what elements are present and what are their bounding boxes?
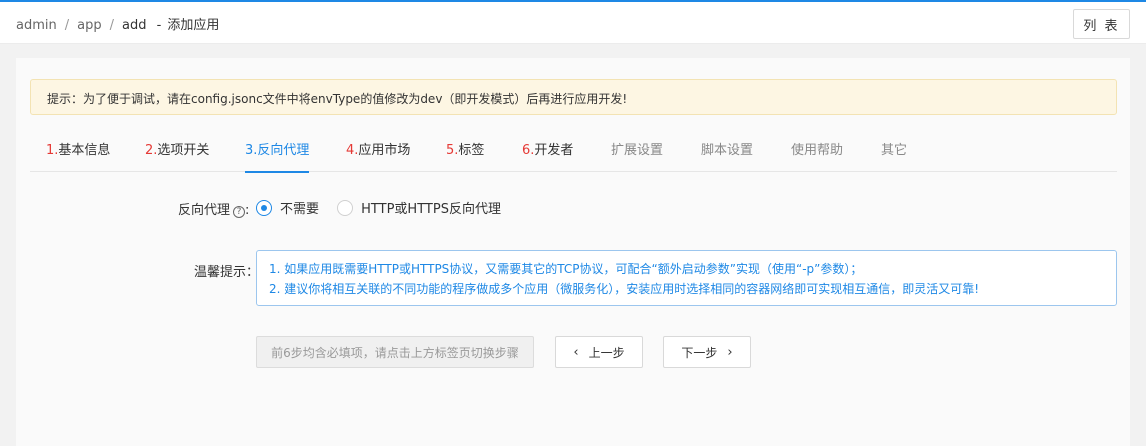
breadcrumb-app[interactable]: app [77, 18, 101, 33]
next-step-label: 下一步 [681, 345, 718, 360]
tab-label: 反向代理 [257, 143, 310, 158]
list-button[interactable]: 列 表 [1073, 9, 1130, 39]
tab-basic-info[interactable]: 1.基本信息 [46, 130, 110, 172]
tab-number: 4. [346, 143, 359, 158]
tab-label: 标签 [458, 143, 485, 158]
page-title: 添加应用 [167, 18, 220, 33]
reverse-proxy-label-text: 反向代理 [178, 203, 231, 218]
tab-tags[interactable]: 5.标签 [446, 130, 484, 172]
chevron-left-icon: ‹ [573, 344, 579, 360]
breadcrumb-admin[interactable]: admin [16, 18, 57, 33]
label-colon: : [245, 203, 250, 218]
radio-no-proxy[interactable]: 不需要 [256, 198, 319, 217]
breadcrumb-separator: / [64, 18, 70, 33]
question-circle-icon[interactable]: ? [233, 206, 246, 218]
main-panel: 提示：为了便于调试，请在config.jsonc文件中将envType的值修改为… [16, 58, 1130, 446]
tab-label: 开发者 [534, 143, 574, 158]
dev-mode-alert: 提示：为了便于调试，请在config.jsonc文件中将envType的值修改为… [30, 79, 1117, 115]
radio-checked-icon[interactable] [256, 199, 272, 216]
next-step-button[interactable]: 下一步 › [663, 336, 751, 368]
tab-number: 5. [446, 143, 459, 158]
breadcrumb-separator: / [109, 18, 114, 33]
tab-app-market[interactable]: 4.应用市场 [346, 130, 410, 172]
radio-unchecked-icon[interactable] [337, 199, 354, 216]
tips-box: 1. 如果应用既需要HTTP或HTTPS协议，又需要其它的TCP协议，可配合“额… [256, 250, 1117, 306]
tab-label: 扩展设置 [611, 143, 664, 158]
tab-label: 选项开关 [157, 143, 210, 158]
tab-label: 基本信息 [58, 143, 111, 158]
tab-number: 1. [46, 143, 59, 158]
breadcrumb: admin / app / add - 添加应用 [16, 14, 219, 33]
active-tab-underline [245, 171, 310, 173]
required-steps-hint-button: 前6步均含必填项，请点击上方标签页切换步骤 [256, 336, 534, 368]
reverse-proxy-radio-group: 不需要 HTTP或HTTPS反向代理 [256, 198, 515, 217]
tips-label: 温馨提示： [194, 265, 260, 280]
tab-help[interactable]: 使用帮助 [791, 130, 843, 172]
tip-line-2: 2. 建议你将相互关联的不同功能的程序做成多个应用（微服务化），安装应用时选择相… [269, 282, 980, 296]
tab-reverse-proxy[interactable]: 3.反向代理 [245, 130, 310, 173]
tab-developer[interactable]: 6.开发者 [522, 130, 573, 172]
tab-number: 2. [145, 143, 158, 158]
tip-line-1: 1. 如果应用既需要HTTP或HTTPS协议，又需要其它的TCP协议，可配合“额… [269, 262, 863, 276]
prev-step-label: 上一步 [588, 345, 625, 360]
alert-text: 提示：为了便于调试，请在config.jsonc文件中将envType的值修改为… [47, 92, 628, 106]
tab-option-switch[interactable]: 2.选项开关 [145, 130, 209, 172]
breadcrumb-dash: - [156, 18, 162, 33]
tab-label: 其它 [881, 143, 908, 158]
top-header: admin / app / add - 添加应用 列 表 [0, 2, 1146, 44]
tab-label: 使用帮助 [791, 143, 844, 158]
chevron-right-icon: › [727, 344, 733, 360]
radio-label: 不需要 [280, 202, 320, 217]
step-tabs: 1.基本信息 2.选项开关 3.反向代理 4.应用市场 5.标签 6.开发者 扩… [30, 130, 1117, 173]
tab-label: 脚本设置 [701, 143, 754, 158]
tab-label: 应用市场 [358, 143, 411, 158]
tab-other[interactable]: 其它 [881, 130, 907, 172]
tab-script-settings[interactable]: 脚本设置 [701, 130, 753, 172]
reverse-proxy-label: 反向代理?: [178, 199, 249, 218]
tab-extension-settings[interactable]: 扩展设置 [611, 130, 663, 172]
tab-number: 6. [522, 143, 535, 158]
breadcrumb-add: add [122, 18, 147, 33]
radio-http-proxy[interactable]: HTTP或HTTPS反向代理 [337, 198, 501, 217]
prev-step-button[interactable]: ‹ 上一步 [555, 336, 643, 368]
tab-number: 3. [245, 143, 258, 158]
radio-label: HTTP或HTTPS反向代理 [361, 202, 501, 217]
